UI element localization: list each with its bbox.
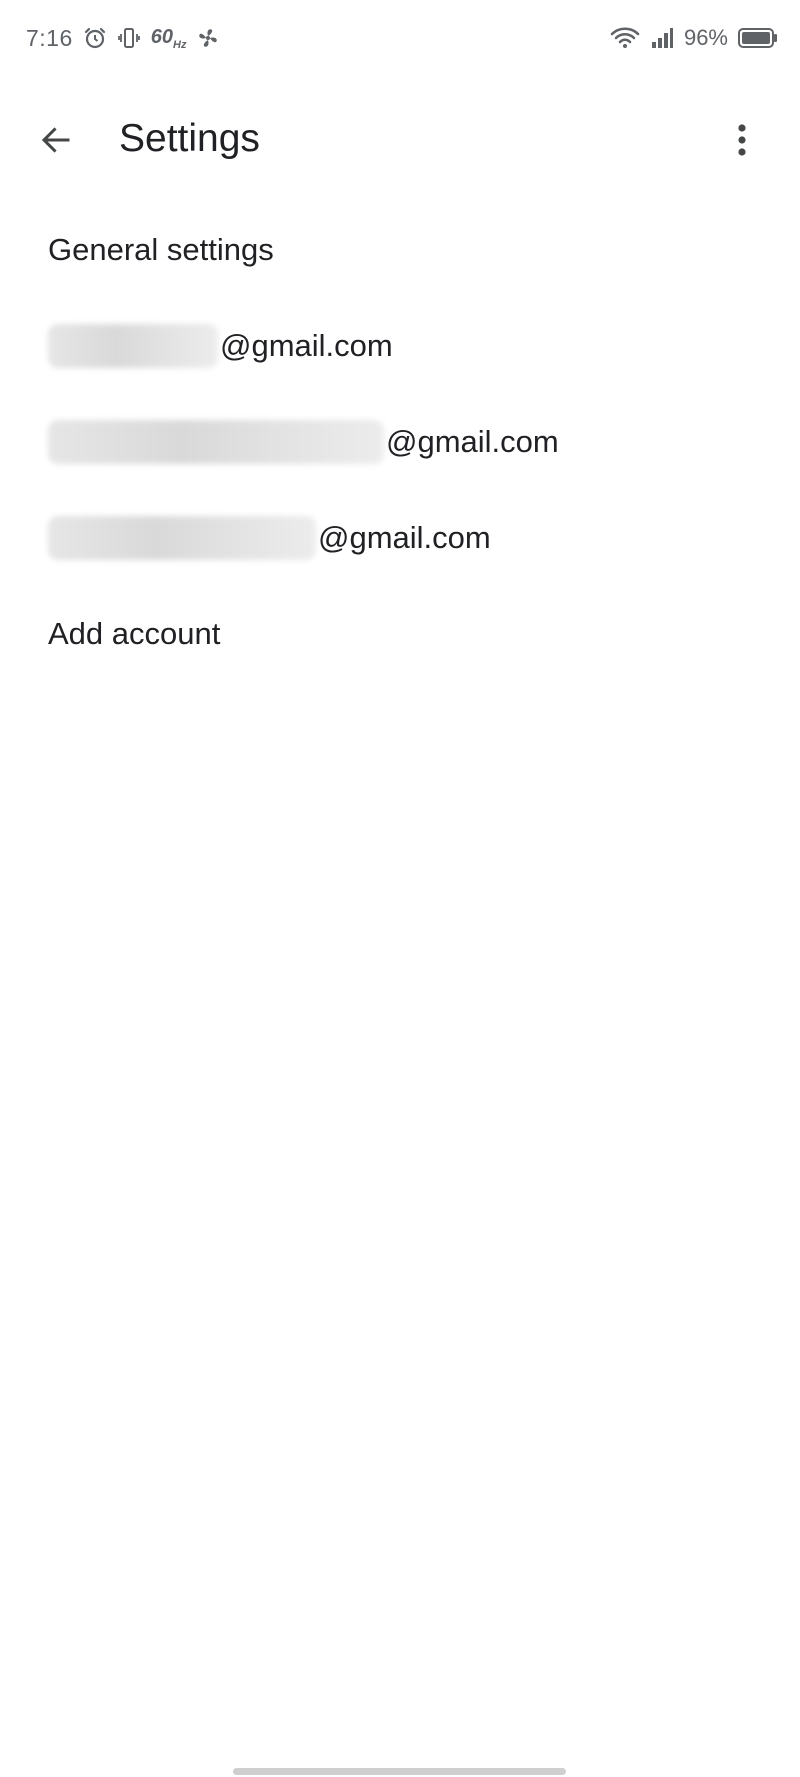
more-vert-icon — [736, 123, 748, 157]
refresh-rate-indicator: 60Hz — [151, 26, 187, 51]
account-email-domain: @gmail.com — [318, 520, 491, 555]
account-item[interactable]: @gmail.com — [0, 298, 800, 394]
back-button[interactable] — [28, 112, 84, 168]
general-settings-item[interactable]: General settings — [0, 202, 800, 298]
wifi-icon — [610, 26, 640, 50]
account-email-domain: @gmail.com — [386, 424, 559, 459]
refresh-rate-value: 60 — [150, 25, 174, 48]
status-time: 7:16 — [26, 24, 73, 51]
settings-list: General settings @gmail.com @gmail.com @… — [0, 202, 800, 682]
redacted-email-local-part — [48, 324, 218, 368]
battery-icon — [738, 27, 778, 49]
status-right-group: 96% — [610, 20, 778, 56]
redacted-email-local-part — [48, 420, 384, 464]
vibrate-icon — [117, 26, 141, 50]
account-item[interactable]: @gmail.com — [0, 394, 800, 490]
general-settings-label: General settings — [48, 232, 274, 267]
gesture-nav-handle[interactable] — [233, 1768, 566, 1775]
battery-percent: 96% — [683, 25, 728, 50]
add-account-item[interactable]: Add account — [0, 586, 800, 682]
fan-icon — [196, 26, 220, 50]
account-item[interactable]: @gmail.com — [0, 490, 800, 586]
arrow-back-icon — [38, 122, 74, 158]
page-title: Settings — [119, 117, 260, 160]
redacted-email-local-part — [48, 516, 316, 560]
refresh-rate-unit: Hz — [173, 38, 187, 51]
add-account-label: Add account — [48, 616, 221, 651]
status-bar: 7:16 60Hz 96% — [0, 0, 800, 80]
status-left-group: 7:16 60Hz — [26, 20, 220, 56]
more-options-button[interactable] — [714, 112, 770, 168]
alarm-icon — [83, 26, 107, 50]
signal-icon — [650, 26, 674, 50]
account-email-domain: @gmail.com — [220, 328, 393, 363]
app-bar: Settings — [0, 92, 800, 184]
